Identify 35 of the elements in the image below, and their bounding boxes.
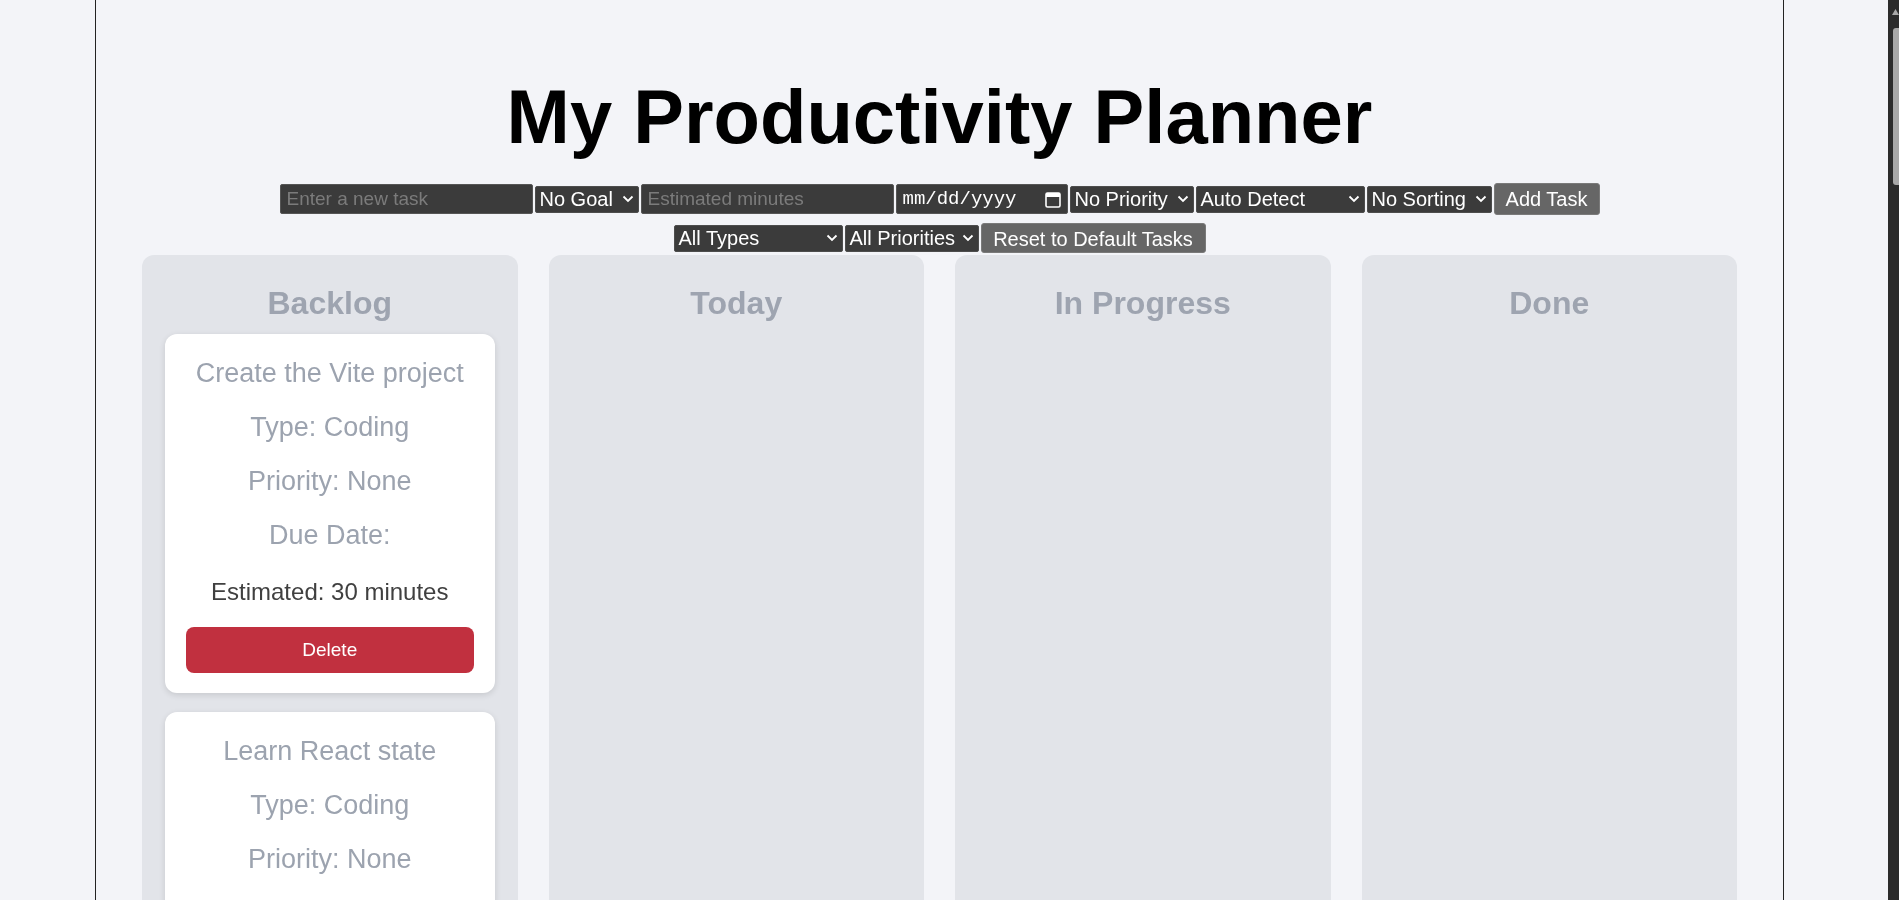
chevron-down-icon: [1474, 195, 1487, 203]
task-type: Type: Coding: [249, 411, 411, 444]
chevron-down-icon: [961, 234, 974, 242]
chevron-down-icon: [1347, 195, 1360, 203]
column-title: Today: [689, 284, 784, 323]
delete-button[interactable]: Delete: [186, 627, 474, 673]
scrollbar-thumb[interactable]: [1893, 28, 1899, 185]
chevron-down-icon: [621, 195, 634, 203]
task-estimate: Estimated: 30 minutes: [210, 577, 450, 607]
chevron-down-icon: [1176, 195, 1189, 203]
task-due-date: Due Date:: [267, 519, 392, 552]
date-field[interactable]: mm/dd/yyyy: [895, 184, 1068, 214]
scroll-up-arrow-icon[interactable]: [1892, 9, 1899, 15]
task-type: Type: Coding: [249, 789, 411, 822]
column-title: Done: [1508, 284, 1591, 323]
column-title: In Progress: [1053, 284, 1232, 323]
scrollbar[interactable]: [1888, 0, 1899, 900]
type-filter-select[interactable]: All Types: [673, 224, 843, 252]
reset-button[interactable]: Reset to Default Tasks: [980, 223, 1206, 253]
estimated-minutes-input[interactable]: Estimated minutes: [640, 184, 894, 214]
goal-select[interactable]: No Goal: [534, 185, 639, 213]
type-select[interactable]: Auto Detect: [1195, 185, 1365, 213]
task-priority: Priority: None: [246, 465, 413, 498]
column-title: Backlog: [266, 284, 393, 323]
priority-filter-select[interactable]: All Priorities: [844, 224, 979, 252]
task-title: Create the Vite project: [194, 357, 465, 390]
add-task-button[interactable]: Add Task: [1493, 183, 1600, 215]
task-priority: Priority: None: [246, 843, 413, 876]
task-title: Learn React state: [222, 735, 438, 768]
sorting-select[interactable]: No Sorting: [1366, 185, 1492, 213]
chevron-down-icon: [825, 234, 838, 242]
task-name-input[interactable]: Enter a new task: [279, 184, 533, 214]
page-title: My Productivity Planner: [506, 73, 1373, 161]
calendar-icon[interactable]: [1044, 190, 1061, 208]
priority-select[interactable]: No Priority: [1069, 185, 1194, 213]
